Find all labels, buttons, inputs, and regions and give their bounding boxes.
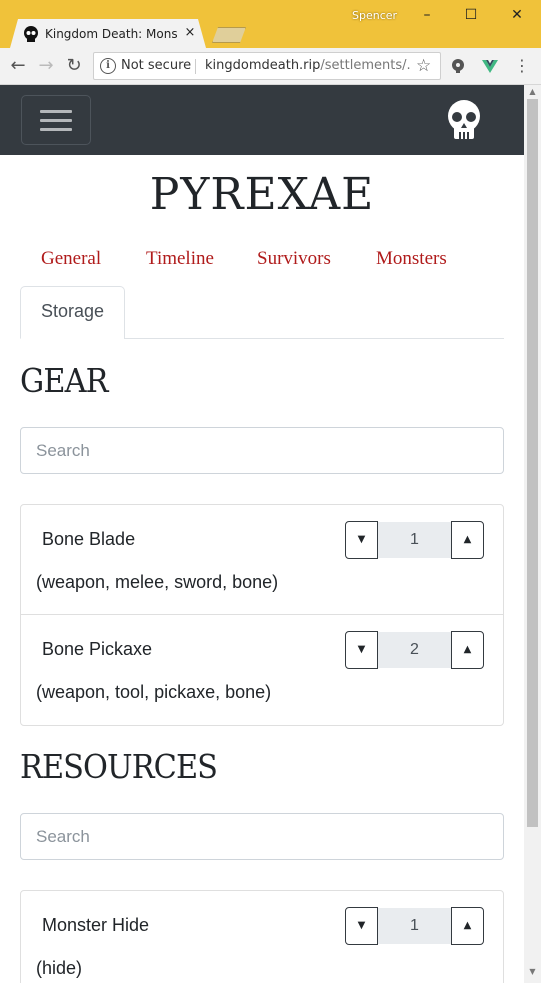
tab-close-icon[interactable]: × [183,25,197,41]
browser-toolbar: ← → ↻ i Not secure kingdomdeath.rip/sett… [0,48,541,85]
decrement-button[interactable]: ▼ [345,631,378,669]
quantity-value[interactable]: 1 [378,908,451,944]
scroll-thumb[interactable] [527,99,538,827]
hamburger-icon[interactable] [21,95,91,145]
tab-storage-label: Storage [40,301,105,321]
list-item: Bone Blade ▼ 1 ▲ (weapon, melee, sword, … [21,505,503,615]
site-navbar [0,85,524,155]
star-icon[interactable]: ☆ [416,56,431,76]
url-host: kingdomdeath.rip [205,58,321,73]
browser-titlebar: Kingdom Death: Monster × Spencer – ☐ ✕ [0,0,541,48]
address-separator [195,59,196,74]
quantity-stepper: ▼ 1 ▲ [345,907,484,945]
scroll-up-icon[interactable]: ▲ [524,87,541,97]
list-item: Monster Hide ▼ 1 ▲ (hide) [21,891,503,983]
page-viewport: PYREXAE General Timeline Survivors Monst… [0,85,541,983]
kebab-menu-icon[interactable]: ⋮ [514,57,530,75]
vue-extension-icon[interactable] [481,57,499,75]
skull-logo-icon[interactable] [444,99,484,141]
address-bar[interactable]: i Not secure kingdomdeath.rip/settlement… [93,52,441,80]
info-icon[interactable]: i [100,58,116,74]
maximize-icon[interactable]: ☐ [460,4,482,26]
tab-monsters[interactable]: Monsters [376,247,447,271]
decrement-button[interactable]: ▼ [345,907,378,945]
increment-button[interactable]: ▲ [451,521,484,559]
gear-heading: GEAR [20,361,108,400]
profile-name[interactable]: Spencer [352,9,397,22]
skull-favicon [24,26,38,42]
lightbulb-extension-icon[interactable] [449,57,467,75]
resources-heading: RESOURCES [20,747,218,786]
decrement-button[interactable]: ▼ [345,521,378,559]
close-window-icon[interactable]: ✕ [506,4,528,26]
gear-list: Bone Blade ▼ 1 ▲ (weapon, melee, sword, … [20,504,504,726]
tab-divider [124,338,504,339]
tab-title: Kingdom Death: Monster [45,27,177,41]
resources-list: Monster Hide ▼ 1 ▲ (hide) [20,890,504,983]
item-tags: (hide) [36,958,83,978]
page-scrollbar[interactable]: ▲ ▼ [524,85,541,983]
item-tags: (weapon, tool, pickaxe, bone) [36,682,272,702]
increment-button[interactable]: ▲ [451,907,484,945]
item-name: Bone Blade [42,529,136,549]
back-arrow-icon[interactable]: ← [6,54,30,78]
item-name: Monster Hide [42,915,150,935]
tab-timeline[interactable]: Timeline [146,247,214,271]
security-label[interactable]: Not secure [121,58,191,74]
page-title: PYREXAE [149,169,375,220]
tab-general[interactable]: General [41,247,101,271]
quantity-value[interactable]: 1 [378,522,451,558]
scroll-down-icon[interactable]: ▼ [524,967,541,977]
url-text[interactable]: kingdomdeath.rip/settlements/... [205,58,410,74]
list-item: Bone Pickaxe ▼ 2 ▲ (weapon, tool, pickax… [21,615,503,725]
item-tags: (weapon, melee, sword, bone) [36,572,279,592]
item-name: Bone Pickaxe [42,639,153,659]
minimize-icon[interactable]: – [416,4,438,26]
new-tab-button[interactable] [212,27,246,43]
forward-arrow-icon[interactable]: → [34,54,58,78]
quantity-stepper: ▼ 1 ▲ [345,521,484,559]
quantity-value[interactable]: 2 [378,632,451,668]
increment-button[interactable]: ▲ [451,631,484,669]
gear-search-input[interactable] [20,427,504,474]
quantity-stepper: ▼ 2 ▲ [345,631,484,669]
tab-survivors[interactable]: Survivors [257,247,331,271]
resources-search-input[interactable] [20,813,504,860]
tab-storage[interactable]: Storage [20,286,125,339]
reload-icon[interactable]: ↻ [62,54,86,78]
url-path: /settlements/... [320,58,410,73]
